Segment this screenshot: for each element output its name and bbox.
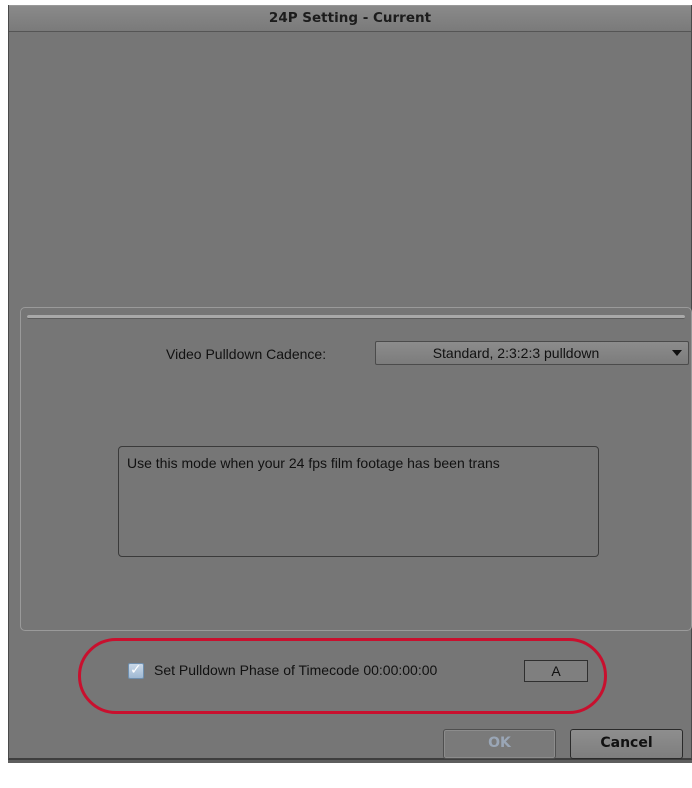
pulldown-phase-checkbox[interactable]: ✓ <box>128 662 144 679</box>
pulldown-phase-field[interactable]: A <box>524 660 588 682</box>
dropdown-arrow-icon <box>672 350 682 356</box>
settings-dialog: 24P Setting - Current Video Pulldown Cad… <box>8 5 692 760</box>
timecode-phase-label: Set Pulldown Phase of Timecode 00:00:00:… <box>154 662 438 678</box>
cancel-button[interactable]: Cancel <box>570 729 683 759</box>
cadence-settings-panel: Video Pulldown Cadence: Standard, 2:3:2:… <box>20 307 692 631</box>
cadence-description-text: Use this mode when your 24 fps film foot… <box>127 455 500 471</box>
cadence-dropdown[interactable]: Standard, 2:3:2:3 pulldown <box>375 341 689 365</box>
dialog-bottom-edge <box>8 760 692 763</box>
panel-divider <box>27 315 685 319</box>
check-icon: ✓ <box>130 662 142 678</box>
ok-button[interactable]: OK <box>443 729 556 759</box>
timecode-phase-row: ✓ Set Pulldown Phase of Timecode 00:00:0… <box>125 660 595 684</box>
cadence-selected-value: Standard, 2:3:2:3 pulldown <box>432 345 600 361</box>
window-title: 24P Setting - Current <box>9 5 691 32</box>
cadence-description-box: Use this mode when your 24 fps film foot… <box>118 446 599 557</box>
cadence-label: Video Pulldown Cadence: <box>166 346 327 362</box>
